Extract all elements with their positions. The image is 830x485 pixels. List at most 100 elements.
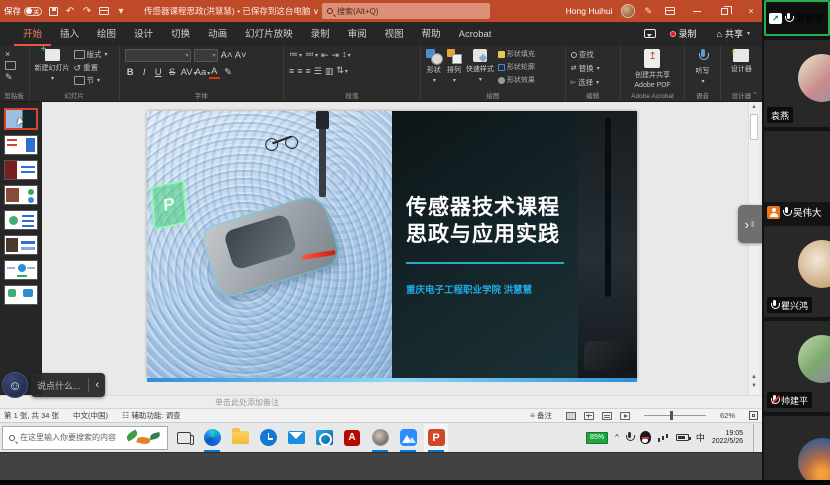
shape-effects-button[interactable]: 形状效果: [498, 75, 535, 85]
shrink-font-icon[interactable]: A˅: [235, 50, 246, 61]
chat-quick-input[interactable]: 说点什么... ‹: [31, 373, 105, 397]
language-indicator[interactable]: 中文(中国): [73, 410, 108, 421]
font-color-icon[interactable]: A: [209, 66, 220, 79]
autosave-switch-icon[interactable]: 关: [24, 7, 42, 16]
tab-transitions[interactable]: 切换: [162, 21, 199, 46]
justify-icon[interactable]: ☰: [314, 66, 322, 76]
clock[interactable]: 19:05 2022/5/26: [712, 430, 743, 446]
thumbnail-slide-3[interactable]: [4, 160, 38, 180]
search-bar[interactable]: [322, 3, 490, 19]
participant-tile-active[interactable]: ↗ 洪慧慧: [764, 0, 830, 36]
wemeet-icon[interactable]: [396, 424, 420, 452]
grow-font-icon[interactable]: A˄: [221, 50, 232, 61]
slideshow-icon[interactable]: [98, 5, 110, 17]
shapes-button[interactable]: 形状: [426, 49, 442, 84]
close-button[interactable]: ×: [742, 2, 760, 20]
slide-sorter-view-icon[interactable]: [584, 412, 594, 420]
ink-pen-icon[interactable]: ✎: [644, 6, 652, 17]
search-input[interactable]: [337, 7, 467, 16]
next-slide-icon[interactable]: ▼: [751, 383, 757, 389]
quick-styles-button[interactable]: 快速样式: [466, 49, 494, 83]
strikethrough-button[interactable]: S: [167, 67, 178, 78]
chat-collapse-icon[interactable]: ‹: [96, 379, 100, 391]
select-button[interactable]: ▻选择: [571, 77, 600, 88]
shape-fill-button[interactable]: 形状填充: [498, 49, 535, 59]
scroll-up-icon[interactable]: ▲: [751, 104, 757, 110]
section-button[interactable]: 节: [74, 75, 108, 86]
tab-draw[interactable]: 绘图: [88, 21, 125, 46]
tab-review[interactable]: 审阅: [339, 21, 376, 46]
font-size-select[interactable]: [194, 49, 218, 62]
redo-icon[interactable]: ↷: [81, 5, 93, 17]
participant-tile[interactable]: 袁燕: [764, 40, 830, 127]
network-icon[interactable]: [658, 433, 669, 442]
replace-button[interactable]: ⇄替换: [571, 63, 600, 74]
record-button[interactable]: 录制: [664, 25, 703, 42]
collapse-ribbon-icon[interactable]: ⌃: [752, 91, 758, 99]
share-button[interactable]: ⌂共享: [711, 25, 756, 42]
slide-editing-area[interactable]: P 传感器技术课程 思政与应用实践 重庆电子工程职业学院 洪慧慧: [42, 102, 762, 395]
participant-tile[interactable]: 瞿兴鸿: [764, 226, 830, 317]
minimize-button[interactable]: [688, 2, 706, 20]
powerpoint-icon[interactable]: P: [424, 424, 448, 452]
tab-animations[interactable]: 动画: [199, 21, 236, 46]
taskbar-search-input[interactable]: [20, 433, 118, 442]
edge-browser-icon[interactable]: [200, 424, 224, 452]
previous-slide-icon[interactable]: ▲: [751, 374, 757, 380]
slideshow-view-icon[interactable]: [620, 412, 630, 420]
layout-button[interactable]: 版式: [74, 49, 108, 60]
new-slide-button[interactable]: 新建幻灯片: [35, 49, 70, 82]
font-name-select[interactable]: [125, 49, 191, 62]
notes-toggle-button[interactable]: ≡ 备注: [530, 410, 552, 421]
save-icon[interactable]: [47, 5, 59, 17]
cut-icon[interactable]: ×: [5, 49, 16, 59]
thumbnail-slide-4[interactable]: [4, 185, 38, 205]
vertical-scrollbar[interactable]: ▲ ▲ ▼: [748, 102, 759, 395]
create-pdf-button[interactable]: 创建并共享Adobe PDF: [634, 49, 670, 89]
tim-app-icon[interactable]: [256, 424, 280, 452]
line-spacing-icon[interactable]: ↕: [342, 49, 351, 61]
align-right-icon[interactable]: ≡: [305, 66, 310, 76]
file-explorer-icon[interactable]: [228, 424, 252, 452]
tab-acrobat[interactable]: Acrobat: [450, 24, 501, 46]
bold-button[interactable]: B: [125, 67, 136, 78]
mail-icon[interactable]: [284, 424, 308, 452]
notes-pane[interactable]: 单击此处添加备注: [0, 395, 762, 408]
meeting-app-icon[interactable]: [368, 424, 392, 452]
text-direction-icon[interactable]: ⇅: [336, 65, 348, 77]
columns-icon[interactable]: ▥: [325, 66, 334, 76]
qq-tray-icon[interactable]: [640, 431, 651, 444]
taskbar-search-box[interactable]: [2, 426, 168, 450]
align-center-icon[interactable]: ≡: [297, 66, 302, 76]
restore-button[interactable]: [715, 2, 733, 20]
thumbnail-slide-1[interactable]: [4, 108, 38, 130]
highlight-icon[interactable]: ✎: [223, 67, 234, 78]
tab-home[interactable]: 开始: [14, 21, 51, 46]
slide-canvas[interactable]: P 传感器技术课程 思政与应用实践 重庆电子工程职业学院 洪慧慧: [147, 111, 637, 379]
reading-view-icon[interactable]: [602, 412, 612, 420]
dictate-button[interactable]: 听写: [696, 49, 710, 85]
zoom-slider-thumb[interactable]: [670, 411, 673, 420]
tab-view[interactable]: 视图: [376, 21, 413, 46]
thumbnail-slide-6[interactable]: [4, 235, 38, 255]
ribbon-display-options-icon[interactable]: [661, 2, 679, 20]
qat-customize-icon[interactable]: ▾: [115, 5, 127, 17]
shape-outline-button[interactable]: 形状轮廓: [498, 62, 535, 72]
tab-design[interactable]: 设计: [125, 21, 162, 46]
meeting-panel-expand-handle[interactable]: › ‖: [738, 205, 762, 243]
find-button[interactable]: 查找: [571, 49, 600, 60]
zoom-level[interactable]: 62%: [720, 411, 735, 420]
task-view-icon[interactable]: [172, 424, 196, 452]
italic-button[interactable]: I: [139, 67, 150, 78]
arrange-button[interactable]: 排列: [446, 49, 462, 84]
account-avatar[interactable]: [621, 4, 635, 18]
tab-help[interactable]: 帮助: [413, 21, 450, 46]
participant-tile[interactable]: 帅建平: [764, 321, 830, 412]
battery-icon[interactable]: [676, 434, 689, 441]
fit-to-window-icon[interactable]: [749, 411, 758, 420]
acrobat-icon[interactable]: A: [340, 424, 364, 452]
hidden-icons-chevron[interactable]: ^: [615, 433, 619, 442]
thumbnail-slide-5[interactable]: [4, 210, 38, 230]
zoom-slider[interactable]: [644, 415, 706, 416]
tab-record[interactable]: 录制: [302, 21, 339, 46]
